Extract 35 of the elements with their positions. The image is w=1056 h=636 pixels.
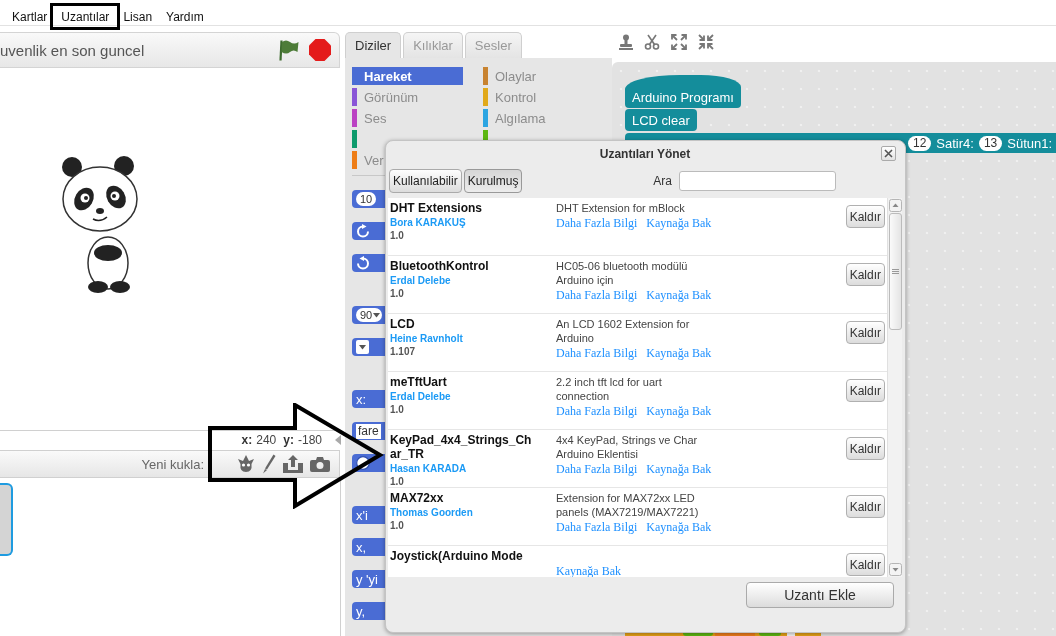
extension-author: Hasan KARADA [390,462,467,475]
extension-author: Thomas Goorden [390,506,473,519]
coordinate-label: x: [241,432,253,447]
extension-version: 1.107 [390,345,416,358]
extension-name: Joystick(Arduino Mode [390,549,523,563]
extension-version: 1.0 [390,475,404,488]
coordinate-label: y: [283,432,294,447]
extension-author: Erdal Delebe [390,390,451,403]
extension-description: 2.2 inch tft lcd for uart connection [556,375,663,403]
extension-version: 1.0 [390,287,404,300]
extension-name: DHT Extensions [390,201,482,215]
extension-description: 4x4 KeyPad, Strings ve Char Arduino Eklentisi [556,433,699,461]
block-label: Satir4: [936,135,974,151]
extension-name: KeyPad_4x4_Strings_Char_TR [390,433,533,461]
extension-author: Bora KARAKUŞ [390,216,466,229]
search-label: Ara [653,173,672,188]
coordinate-value: 240 [256,432,277,447]
extension-description: Extension for MAX72xx LED panels (MAX7219/MAX7221) [556,491,700,519]
extension-author: Erdal Delebe [390,274,451,287]
extension-description: An LCD 1602 Extension for Arduino [556,317,691,345]
extension-version: 1.0 [390,519,404,532]
extension-name: meTftUart [390,375,447,389]
extension-version: 1.0 [390,403,404,416]
extension-version: 1.0 [390,229,404,242]
extension-description: HC05-06 bluetooth modülü Arduino için [556,259,689,287]
extension-description: DHT Extension for mBlock [556,201,685,215]
extension-name: BluetoothKontrol [390,259,489,273]
extension-author: Heine Ravnholt [390,332,463,345]
extension-name: LCD [390,317,415,331]
stage-title: uvenlik en son guncel [0,41,146,59]
coordinate-value: -180 [297,432,322,447]
block-label: Sütun1: [1007,135,1053,151]
new-sprite-label: Yeni kukla: [141,456,204,472]
extension-name: MAX72xx [390,491,444,505]
dialog-title: Uzantıları Yönet [599,146,691,161]
